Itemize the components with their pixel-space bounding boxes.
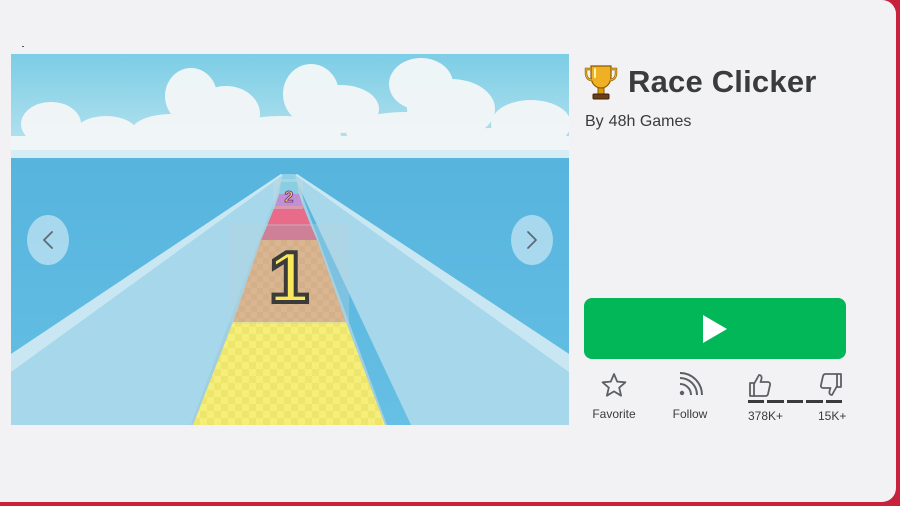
- trophy-icon: [584, 65, 618, 100]
- thumbs-up-icon: [749, 374, 772, 397]
- stray-dot: [22, 46, 24, 47]
- follow-label: Follow: [672, 407, 708, 421]
- favorite-button[interactable]: Favorite: [584, 372, 644, 421]
- favorite-label: Favorite: [592, 407, 636, 421]
- thumbs-down-icon: [819, 373, 842, 396]
- carousel-next-button[interactable]: [511, 215, 553, 265]
- rss-icon: [679, 372, 703, 396]
- vote-ratio-bar: [748, 400, 843, 403]
- chevron-left-icon: [43, 231, 53, 249]
- track-marker-near: 1: [269, 238, 309, 318]
- play-button[interactable]: [584, 298, 846, 359]
- downvote-count: 15K+: [818, 409, 847, 423]
- game-title-text: Race Clicker: [628, 64, 817, 99]
- creator-prefix: By: [585, 113, 604, 130]
- game-thumbnail: 2 1: [11, 54, 569, 425]
- downvote-button[interactable]: [816, 372, 846, 403]
- star-icon: [601, 373, 627, 397]
- creator-line: By 48h Games: [585, 113, 691, 131]
- game-details-page: 2 1 Race Clicker By 48h Games Favorite F…: [0, 0, 896, 502]
- chevron-right-icon: [527, 231, 537, 249]
- play-icon: [703, 314, 727, 343]
- creator-link[interactable]: 48h Games: [609, 113, 692, 130]
- follow-button[interactable]: Follow: [660, 372, 720, 421]
- track-marker-far: 2: [285, 189, 294, 206]
- game-title: Race Clicker: [584, 60, 817, 104]
- thumbnail-carousel[interactable]: 2 1: [11, 54, 569, 425]
- carousel-prev-button[interactable]: [27, 215, 69, 265]
- upvote-button[interactable]: [745, 372, 775, 403]
- upvote-count: 378K+: [748, 409, 784, 423]
